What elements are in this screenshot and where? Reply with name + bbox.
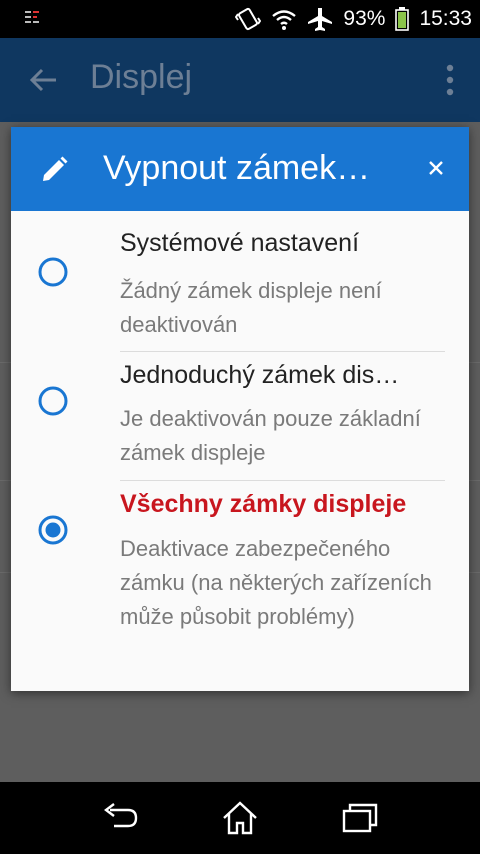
option-simple-lock[interactable]: Jednoduchý zámek dis… Je deaktivován pou… (11, 351, 469, 481)
navigation-bar (0, 782, 480, 854)
battery-percent: 93% (343, 7, 386, 30)
wifi-icon (272, 10, 297, 30)
recent-apps-icon[interactable] (340, 798, 380, 838)
radio-selected-icon[interactable] (37, 514, 69, 546)
option-description: Žádný zámek displeje není deaktivován (120, 278, 382, 337)
home-icon[interactable] (220, 798, 260, 838)
close-icon[interactable] (425, 157, 447, 179)
dialog-header: Vypnout zámek… (11, 127, 469, 211)
lock-dialog: Vypnout zámek… Systémové nastavení Žádný… (11, 127, 469, 691)
back-arrow-icon[interactable] (26, 63, 60, 97)
battery-icon (395, 7, 410, 31)
app-bar: Displej (0, 38, 480, 122)
pencil-icon (43, 156, 68, 181)
option-description: Je deaktivován pouze základní zámek disp… (120, 406, 421, 465)
option-all-locks[interactable]: Všechny zámky displeje Deaktivace zabezp… (11, 481, 469, 681)
option-system-settings[interactable]: Systémové nastavení Žádný zámek displeje… (11, 211, 469, 351)
option-description: Deaktivace zabezpečeného zámku (na někte… (120, 536, 432, 629)
option-title: Všechny zámky displeje (120, 490, 407, 518)
option-title: Systémové nastavení (120, 229, 360, 257)
clock: 15:33 (419, 7, 472, 30)
page-title: Displej (90, 58, 193, 96)
more-vert-icon[interactable] (446, 64, 454, 96)
option-title: Jednoduchý zámek dis… (120, 361, 400, 389)
back-icon[interactable] (100, 798, 140, 838)
status-bar: 93% 15:33 (0, 0, 480, 38)
airplane-mode-icon (308, 8, 333, 31)
notification-icon (25, 11, 39, 23)
radio-unselected-icon[interactable] (37, 256, 69, 288)
radio-unselected-icon[interactable] (37, 385, 69, 417)
dialog-title: Vypnout zámek… (103, 149, 371, 187)
vibrate-icon (235, 7, 262, 31)
